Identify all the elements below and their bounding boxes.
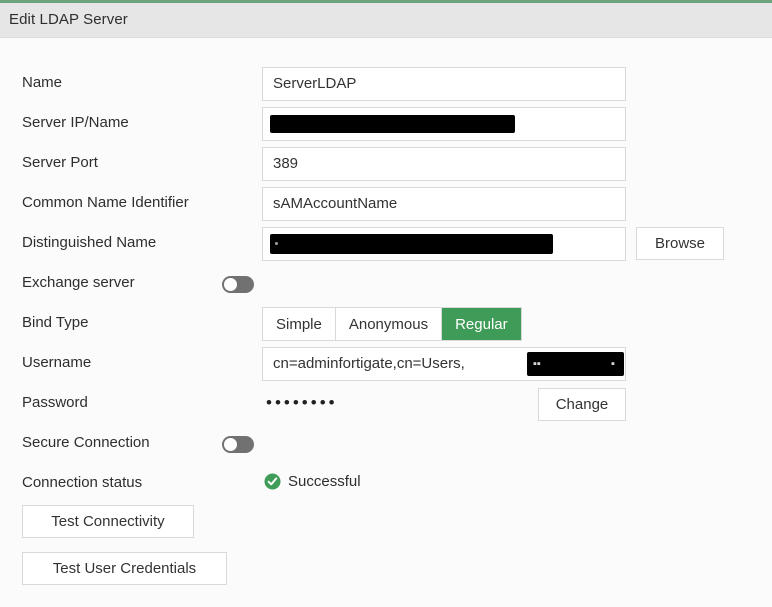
label-server-port: Server Port <box>22 154 98 171</box>
bind-type-option-simple[interactable]: Simple <box>263 308 336 340</box>
form-row-name: Name ServerLDAP <box>0 65 772 105</box>
redaction-dot <box>275 242 278 245</box>
server-ip-redaction <box>270 115 515 133</box>
form-row-password: Password •••••••• Change <box>0 385 772 425</box>
form-row-common-name-identifier: Common Name Identifier sAMAccountName <box>0 185 772 225</box>
redaction-mark-right: ▪ <box>611 358 615 370</box>
dialog-header: Edit LDAP Server <box>0 3 772 38</box>
connection-status-text: Successful <box>288 473 361 490</box>
server-port-input[interactable]: 389 <box>262 147 626 181</box>
test-connectivity-button[interactable]: Test Connectivity <box>22 505 194 538</box>
label-username: Username <box>22 354 92 371</box>
label-distinguished-name: Distinguished Name <box>22 234 157 251</box>
label-connection-status: Connection status <box>22 474 143 491</box>
toggle-knob <box>224 278 237 291</box>
test-user-credentials-button[interactable]: Test User Credentials <box>22 552 227 585</box>
exchange-server-toggle[interactable] <box>222 276 254 293</box>
label-exchange-server: Exchange server <box>22 274 135 291</box>
common-name-identifier-input[interactable]: sAMAccountName <box>262 187 626 221</box>
label-name: Name <box>22 74 63 91</box>
username-redaction: ▪▪ ▪ <box>527 352 624 376</box>
label-server-ip: Server IP/Name <box>22 114 129 131</box>
bind-type-option-anonymous[interactable]: Anonymous <box>335 308 443 340</box>
form-row-distinguished-name: Distinguished Name Browse <box>0 225 772 265</box>
change-password-button[interactable]: Change <box>538 388 626 421</box>
connection-status-value: Successful <box>264 473 361 490</box>
form-row-server-ip: Server IP/Name <box>0 105 772 145</box>
page-title: Edit LDAP Server <box>9 11 128 28</box>
toggle-knob <box>224 438 237 451</box>
form-row-secure-connection: Secure Connection <box>0 425 772 465</box>
check-circle-icon <box>264 473 281 490</box>
distinguished-name-input[interactable] <box>262 227 626 261</box>
label-secure-connection: Secure Connection <box>22 434 150 451</box>
label-bind-type: Bind Type <box>22 314 89 331</box>
name-input[interactable]: ServerLDAP <box>262 67 626 101</box>
form-row-username: Username cn=adminfortigate,cn=Users, ▪▪ … <box>0 345 772 385</box>
distinguished-name-redaction <box>270 234 553 254</box>
form-row-exchange-server: Exchange server <box>0 265 772 305</box>
browse-button[interactable]: Browse <box>636 227 724 260</box>
label-password: Password <box>22 394 88 411</box>
redaction-mark-left: ▪▪ <box>533 358 541 370</box>
label-common-name-identifier: Common Name Identifier <box>22 194 189 211</box>
form-row-server-port: Server Port 389 <box>0 145 772 185</box>
server-ip-input[interactable] <box>262 107 626 141</box>
form-row-connection-status: Connection status Successful <box>0 465 772 505</box>
ldap-server-form: Name ServerLDAP Server IP/Name Server Po… <box>0 39 772 607</box>
form-row-bind-type: Bind Type Simple Anonymous Regular <box>0 305 772 345</box>
password-masked-value: •••••••• <box>266 393 338 412</box>
secure-connection-toggle[interactable] <box>222 436 254 453</box>
bind-type-option-regular[interactable]: Regular <box>442 308 521 340</box>
bind-type-segmented-control: Simple Anonymous Regular <box>262 307 522 341</box>
